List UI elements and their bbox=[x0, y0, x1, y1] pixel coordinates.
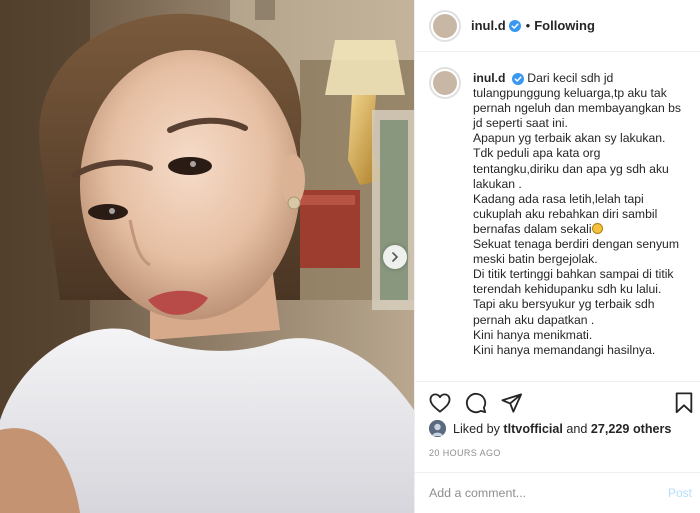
caption-scroll-area[interactable]: inul.d Dari kecil sdh jd tulangpunggung … bbox=[415, 53, 700, 380]
likes-count-link[interactable]: 27,229 others bbox=[591, 422, 672, 436]
caption: inul.d Dari kecil sdh jd tulangpunggung … bbox=[473, 71, 688, 380]
avatar-image bbox=[431, 69, 459, 97]
avatar-image bbox=[431, 11, 459, 40]
chevron-right-icon bbox=[392, 252, 398, 262]
caption-line: Sekuat tenaga berdiri dengan senyum bbox=[473, 237, 679, 252]
caption-line-text: bernafas dalam sekali bbox=[473, 221, 592, 236]
heart-icon bbox=[429, 393, 451, 413]
liker-avatar-image bbox=[429, 420, 446, 437]
username-link[interactable]: inul.d bbox=[471, 18, 506, 33]
comment-icon bbox=[465, 392, 487, 414]
likes-prefix: Liked by bbox=[453, 421, 500, 436]
post-timestamp[interactable]: 20 HOURS AGO bbox=[429, 448, 501, 458]
caption-line: lakukan . bbox=[473, 176, 522, 191]
liker-username-link[interactable]: tltvofficial bbox=[503, 422, 562, 436]
caption-line: Apapun yg terbaik akan sy lakukan. bbox=[473, 131, 666, 146]
paper-plane-icon bbox=[501, 393, 522, 413]
save-button[interactable] bbox=[674, 392, 694, 419]
following-button[interactable]: Following bbox=[534, 18, 595, 33]
caption-line: tulangpunggung keluarga,tp aku tak bbox=[473, 86, 667, 101]
caption-line: Di titik tertinggi bahkan sampai di titi… bbox=[473, 267, 674, 282]
avatar[interactable] bbox=[429, 9, 461, 42]
share-button[interactable] bbox=[501, 393, 523, 413]
caption-line: Kini hanya menikmati. bbox=[473, 327, 593, 342]
comment-input[interactable] bbox=[429, 486, 668, 500]
caption-line: Kadang ada rasa letih,lelah tapi bbox=[473, 191, 644, 206]
caption-username-link[interactable]: inul.d bbox=[473, 71, 506, 85]
like-button[interactable] bbox=[429, 393, 451, 413]
caption-line-with-emoji: bernafas dalam sekali bbox=[473, 222, 688, 237]
caption-line: Tapi aku bersyukur yg terbaik sdh bbox=[473, 297, 655, 312]
comment-button[interactable] bbox=[465, 392, 487, 414]
caption-line: tentangku,diriku dan apa yg sdh aku bbox=[473, 161, 669, 176]
action-bar bbox=[415, 381, 700, 424]
caption-line: cukuplah aku rebahkan diri sambil bbox=[473, 206, 658, 221]
likes-connector: and bbox=[566, 421, 588, 436]
caption-text-start: Dari kecil sdh jd bbox=[527, 71, 614, 85]
instagram-post: inul.d • Following inul.d Dari kecil sdh… bbox=[0, 0, 700, 513]
comment-form: Post bbox=[415, 472, 700, 513]
caption-line: pernah ngeluh dan membayangkan bs bbox=[473, 101, 682, 116]
caption-line: Kini hanya memandangi hasilnya. bbox=[473, 342, 656, 357]
caption-avatar[interactable] bbox=[429, 67, 461, 99]
bookmark-icon bbox=[675, 392, 693, 414]
smile-emoji-icon bbox=[591, 222, 603, 234]
caption-line: terendah kehidupanku sdh ku lalui. bbox=[473, 282, 662, 297]
caption-line: pernah aku dapatkan . bbox=[473, 312, 595, 327]
separator-dot: • bbox=[525, 18, 531, 33]
post-comment-button[interactable]: Post bbox=[668, 486, 692, 500]
caption-line: Tdk peduli apa kata org bbox=[473, 146, 601, 161]
post-photo[interactable] bbox=[0, 0, 414, 513]
liker-avatar[interactable] bbox=[429, 420, 446, 437]
next-slide-button[interactable] bbox=[383, 245, 407, 269]
likes-summary: Liked by tltvofficial and 27,229 others bbox=[429, 420, 671, 437]
caption-line: meski batin bergejolak. bbox=[473, 252, 598, 267]
post-side-panel: inul.d • Following inul.d Dari kecil sdh… bbox=[414, 0, 700, 513]
caption-first-line: inul.d Dari kecil sdh jd bbox=[473, 71, 688, 86]
caption-line: jd seperti saat ini. bbox=[473, 116, 568, 131]
post-header: inul.d • Following bbox=[415, 0, 700, 52]
verified-badge-icon bbox=[508, 19, 521, 32]
verified-badge-icon bbox=[511, 72, 524, 85]
portrait-image bbox=[0, 0, 414, 513]
